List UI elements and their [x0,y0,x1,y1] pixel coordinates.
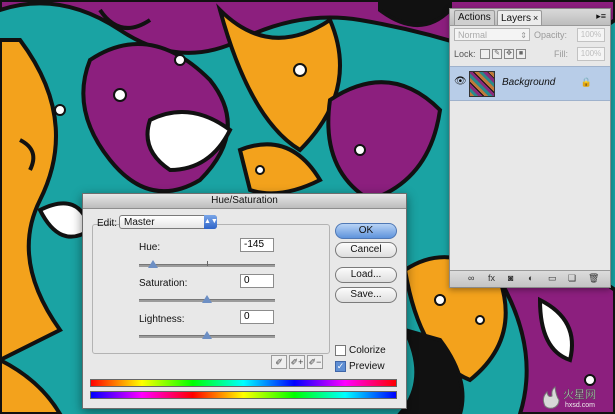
hue-slider-thumb[interactable] [147,260,158,268]
blend-mode-value: Normal [458,30,488,40]
group-icon[interactable]: ▭ [548,273,557,284]
adjustment-icon[interactable]: ◐ [528,273,533,283]
dialog-title: Hue/Saturation [83,194,406,209]
lightness-slider-thumb[interactable] [202,331,212,339]
preview-label: Preview [349,361,385,372]
preview-checkbox[interactable]: ✓ [335,361,346,372]
tab-actions-label: Actions [458,12,491,23]
eyedropper-minus-icon[interactable]: ✐− [307,355,323,369]
colorize-checkbox[interactable] [335,345,346,356]
fill-field[interactable]: 100% [577,47,605,61]
lock-brush-icon[interactable]: ✎ [492,49,502,59]
updown-arrows-icon: ▲▼ [204,215,218,229]
ok-button[interactable]: OK [335,223,397,239]
mask-icon[interactable]: ◙ [508,273,513,283]
padlock-icon: 🔒 [580,77,592,87]
opacity-field[interactable]: 100% [577,28,605,42]
panel-menu-icon[interactable]: ▸≡ [596,11,606,22]
tab-actions[interactable]: Actions [454,10,495,25]
layer-thumbnail [469,71,495,97]
lock-all-icon[interactable]: ■ [516,49,526,59]
lock-transparent-icon[interactable] [480,49,490,59]
blend-mode-select[interactable]: Normal ⇕ [454,28,530,41]
fx-icon[interactable]: fx [488,273,495,283]
layer-name: Background [502,77,556,88]
fill-label: Fill: [554,49,568,59]
trash-icon[interactable]: 🗑 [588,273,599,284]
load-button[interactable]: Load... [335,267,397,283]
edit-select[interactable]: Master ▲▼ [119,215,218,229]
layers-bottom-bar: ∞ fx ◙ ◐ ▭ ❏ 🗑 [450,270,610,287]
saturation-label: Saturation: [139,278,188,289]
panel-tab-bar: Actions Layers × ▸≡ [450,9,610,26]
tab-layers[interactable]: Layers × [497,10,543,25]
lightness-label: Lightness: [139,314,185,325]
lightness-field[interactable] [240,310,274,324]
output-color-bar [90,391,397,399]
flame-icon: 火星网 hxsd.com [542,386,596,409]
lock-label: Lock: [454,49,476,59]
saturation-slider-thumb[interactable] [202,295,212,303]
link-icon[interactable]: ∞ [468,273,474,283]
updown-arrows-icon: ⇕ [520,31,527,40]
blend-row: Normal ⇕ Opacity: 100% [450,26,610,44]
watermark-logo: 火星网 hxsd.com [539,384,609,410]
hue-center-tick [207,261,208,266]
cancel-button[interactable]: Cancel [335,242,397,258]
saturation-field[interactable] [240,274,274,288]
opacity-label: Opacity: [534,30,568,40]
hue-field[interactable] [240,238,274,252]
edit-select-value: Master [124,217,155,228]
input-color-bar [90,379,397,387]
eyedropper-plus-icon[interactable]: ✐+ [289,355,305,369]
new-layer-icon[interactable]: ❏ [568,273,576,284]
hue-label: Hue: [139,242,161,253]
save-button[interactable]: Save... [335,287,397,303]
layer-row-background[interactable]: 👁 Background 🔒 [450,66,610,101]
eyedropper-icon[interactable]: ✐ [271,355,287,369]
lock-row: Lock: ✎ ✥ ■ Fill: 100% [450,45,610,63]
colorize-label: Colorize [349,345,386,356]
close-icon[interactable]: × [533,13,538,23]
lock-move-icon[interactable]: ✥ [504,49,514,59]
eye-icon[interactable]: 👁 [454,77,467,87]
hue-saturation-dialog: Hue/Saturation Edit: Master ▲▼ Hue: Satur… [82,193,407,409]
edit-label: Edit: [97,218,118,229]
watermark-text: 火星网 [563,388,596,401]
tab-layers-label: Layers [501,13,532,24]
layers-panel: Actions Layers × ▸≡ Normal ⇕ Opacity: 100%… [449,8,611,288]
watermark-subtext: hxsd.com [565,402,595,409]
